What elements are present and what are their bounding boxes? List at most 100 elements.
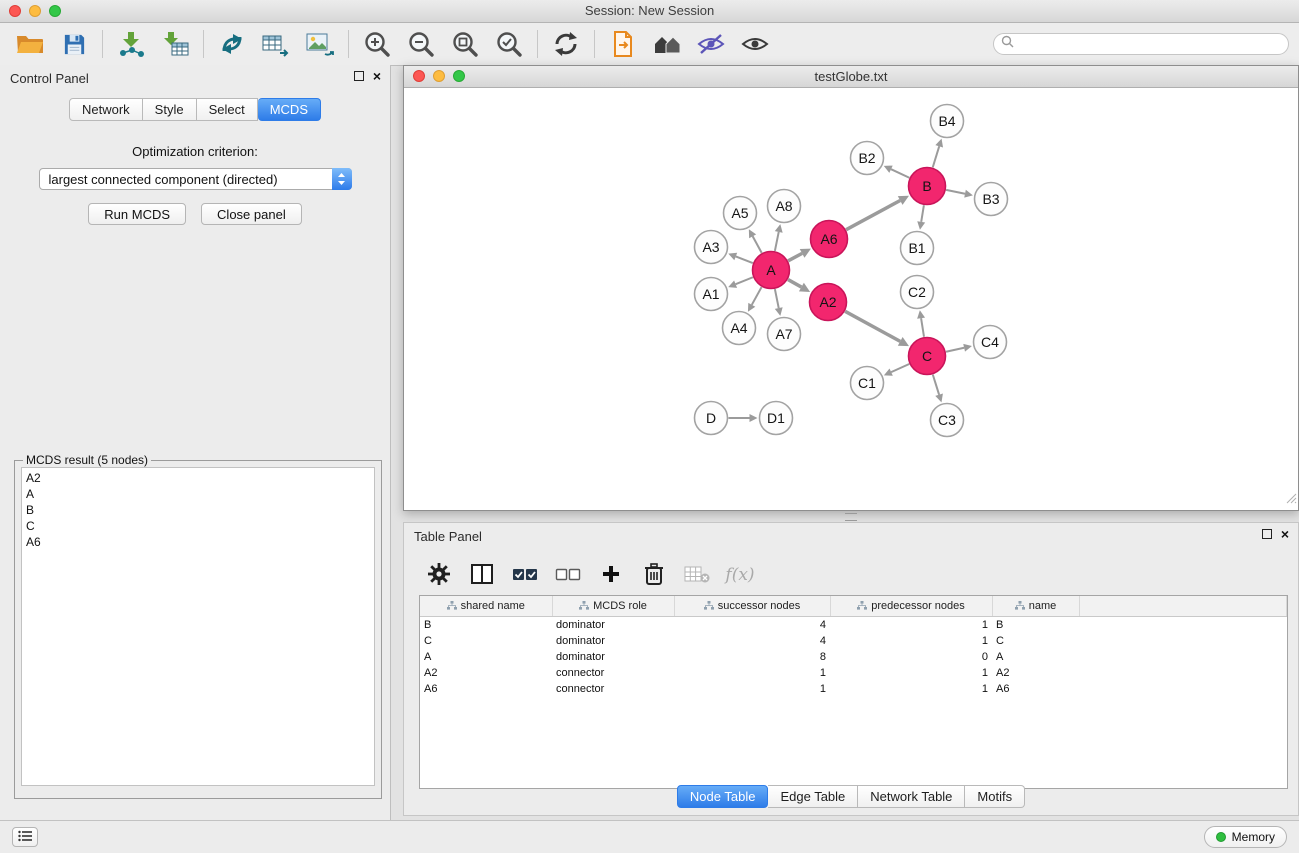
float-panel-icon[interactable]: [1262, 529, 1272, 539]
graph-edge-A-A7[interactable]: [775, 289, 779, 308]
table-cell[interactable]: dominator: [552, 617, 674, 634]
new-network-button[interactable]: [210, 26, 254, 62]
mcds-result-list[interactable]: A2ABCA6: [21, 467, 375, 786]
table-cell[interactable]: C: [420, 633, 552, 649]
graph-edge-A-A8[interactable]: [775, 232, 779, 251]
graph-node-B[interactable]: B: [909, 168, 946, 205]
table-cell[interactable]: A6: [420, 681, 552, 697]
graph-node-B2[interactable]: B2: [851, 142, 884, 175]
graph-edge-A-A1[interactable]: [736, 277, 753, 284]
mcds-result-item[interactable]: B: [22, 502, 374, 518]
column-header-predecessor-nodes[interactable]: predecessor nodes: [830, 596, 992, 617]
show-details-button[interactable]: [733, 26, 777, 62]
show-columns-button[interactable]: [467, 560, 497, 590]
run-mcds-button[interactable]: Run MCDS: [88, 203, 186, 225]
graph-node-C4[interactable]: C4: [974, 326, 1007, 359]
network-minimize-button[interactable]: [433, 70, 445, 82]
network-canvas[interactable]: AA1A2A3A4A5A6A7A8BB1B2B3B4CC1C2C3C4DD1: [404, 88, 1298, 510]
table-cell[interactable]: A2: [420, 665, 552, 681]
table-row[interactable]: A2connector11A2: [420, 665, 1287, 681]
graph-node-C1[interactable]: C1: [851, 367, 884, 400]
graph-edge-C-C4[interactable]: [946, 348, 964, 352]
tab-network-table[interactable]: Network Table: [858, 785, 965, 808]
graph-node-D1[interactable]: D1: [760, 402, 793, 435]
float-panel-icon[interactable]: [354, 71, 364, 81]
graph-node-A3[interactable]: A3: [695, 231, 728, 264]
table-cell[interactable]: 1: [830, 617, 992, 634]
import-network-button[interactable]: [109, 26, 153, 62]
table-cell[interactable]: 0: [830, 649, 992, 665]
graph-node-D[interactable]: D: [695, 402, 728, 435]
search-box[interactable]: [993, 33, 1289, 55]
graph-edge-A-A4[interactable]: [752, 287, 762, 305]
tab-style[interactable]: Style: [143, 98, 197, 121]
network-close-button[interactable]: [413, 70, 425, 82]
tab-motifs[interactable]: Motifs: [965, 785, 1025, 808]
graph-edge-A2-C[interactable]: [845, 311, 900, 341]
graph-node-C2[interactable]: C2: [901, 276, 934, 309]
table-row[interactable]: Bdominator41B: [420, 617, 1287, 634]
zoom-out-button[interactable]: [399, 26, 443, 62]
tab-node-table[interactable]: Node Table: [677, 785, 769, 808]
table-cell[interactable]: 1: [830, 665, 992, 681]
report-button[interactable]: [601, 26, 645, 62]
table-cell[interactable]: 1: [830, 681, 992, 697]
table-cell[interactable]: dominator: [552, 633, 674, 649]
graph-node-A4[interactable]: A4: [723, 312, 756, 345]
graph-node-A7[interactable]: A7: [768, 318, 801, 351]
refresh-button[interactable]: [544, 26, 588, 62]
delete-table-button[interactable]: [682, 560, 712, 590]
close-panel-icon[interactable]: ×: [1281, 529, 1289, 539]
zoom-fit-button[interactable]: [443, 26, 487, 62]
graph-node-A[interactable]: A: [753, 252, 790, 289]
column-header-MCDS-role[interactable]: MCDS role: [552, 596, 674, 617]
splitter-handle[interactable]: [845, 513, 857, 521]
export-table-button[interactable]: [254, 26, 298, 62]
graph-edge-C-C1[interactable]: [891, 364, 909, 372]
table-cell[interactable]: C: [992, 633, 1079, 649]
criterion-dropdown[interactable]: largest connected component (directed): [39, 168, 352, 190]
tab-mcds[interactable]: MCDS: [258, 98, 321, 121]
graph-edge-A-A3[interactable]: [736, 256, 753, 263]
close-panel-icon[interactable]: ×: [373, 71, 381, 81]
tab-network[interactable]: Network: [69, 98, 143, 121]
graph-edge-A-A5[interactable]: [753, 236, 762, 253]
table-cell[interactable]: A2: [992, 665, 1079, 681]
delete-column-button[interactable]: [639, 560, 669, 590]
column-header-successor-nodes[interactable]: successor nodes: [674, 596, 830, 617]
column-header-shared-name[interactable]: shared name: [420, 596, 552, 617]
graph-node-A8[interactable]: A8: [768, 190, 801, 223]
table-row[interactable]: A6connector11A6: [420, 681, 1287, 697]
graph-node-C[interactable]: C: [909, 338, 946, 375]
graph-edge-B-B3[interactable]: [946, 190, 965, 194]
table-cell[interactable]: 8: [674, 649, 830, 665]
table-row[interactable]: Adominator80A: [420, 649, 1287, 665]
graph-node-B4[interactable]: B4: [931, 105, 964, 138]
graph-edge-A6-B[interactable]: [846, 201, 900, 230]
table-cell[interactable]: B: [420, 617, 552, 634]
zoom-in-button[interactable]: [355, 26, 399, 62]
mcds-result-item[interactable]: A6: [22, 534, 374, 550]
table-cell[interactable]: B: [992, 617, 1079, 634]
tab-select[interactable]: Select: [197, 98, 258, 121]
table-cell[interactable]: A6: [992, 681, 1079, 697]
select-all-button[interactable]: [510, 560, 540, 590]
add-column-button[interactable]: [596, 560, 626, 590]
open-session-button[interactable]: [8, 26, 52, 62]
zoom-selected-button[interactable]: [487, 26, 531, 62]
function-builder-button[interactable]: f(x): [725, 560, 755, 590]
graph-edge-A-A2[interactable]: [788, 280, 801, 288]
deselect-all-button[interactable]: [553, 560, 583, 590]
graph-edge-B-B1[interactable]: [921, 205, 924, 222]
graph-edge-B-B2[interactable]: [891, 169, 909, 178]
zoom-window-button[interactable]: [49, 5, 61, 17]
network-window-titlebar[interactable]: testGlobe.txt: [404, 66, 1298, 88]
column-header-name[interactable]: name: [992, 596, 1079, 617]
graph-node-C3[interactable]: C3: [931, 404, 964, 437]
tab-edge-table[interactable]: Edge Table: [768, 785, 858, 808]
mcds-result-item[interactable]: A: [22, 486, 374, 502]
table-cell[interactable]: 4: [674, 617, 830, 634]
graph-edge-C-C3[interactable]: [933, 375, 939, 395]
save-session-button[interactable]: [52, 26, 96, 62]
table-cell[interactable]: A: [992, 649, 1079, 665]
